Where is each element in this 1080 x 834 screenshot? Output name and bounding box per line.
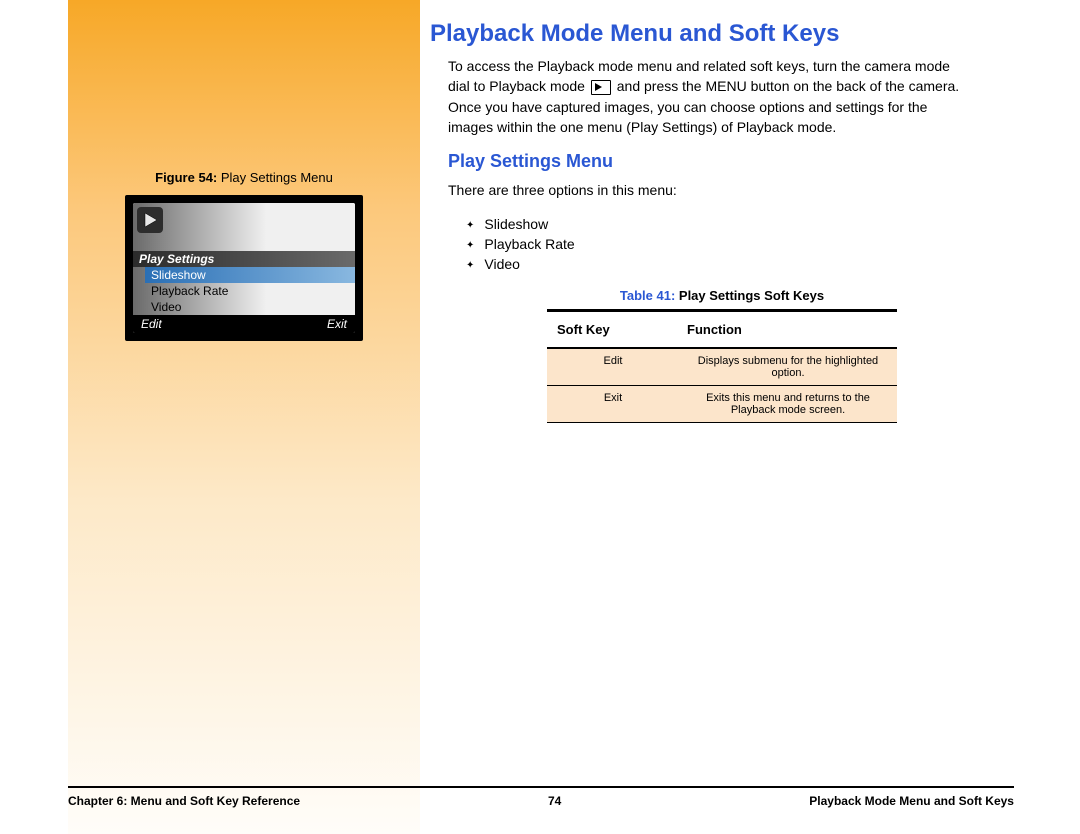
table-header-cell: Soft Key xyxy=(547,322,677,337)
softkey-right: Exit xyxy=(327,317,347,331)
section-intro: There are three options in this menu: xyxy=(448,180,974,200)
table-cell: Exit xyxy=(547,392,679,416)
menu-item-selected: Slideshow xyxy=(145,267,355,283)
page: Figure 54: Play Settings Menu Play Setti… xyxy=(68,0,1014,834)
camera-lcd: Play Settings Slideshow Playback Rate Vi… xyxy=(125,195,363,341)
footer-left: Chapter 6: Menu and Soft Key Reference xyxy=(68,794,300,808)
lcd-menu: Play Settings Slideshow Playback Rate Vi… xyxy=(133,251,355,315)
section-heading: Play Settings Menu xyxy=(448,151,1014,172)
menu-item: Video xyxy=(145,299,355,315)
softkey-table: Soft Key Function Edit Displays submenu … xyxy=(547,309,897,423)
softkey-left: Edit xyxy=(141,317,162,331)
options-list: Slideshow Playback Rate Video xyxy=(466,214,1014,274)
figure-caption: Figure 54: Play Settings Menu xyxy=(68,170,420,185)
page-title: Playback Mode Menu and Soft Keys xyxy=(430,20,1014,48)
table-cell: Exits this menu and returns to the Playb… xyxy=(679,392,897,416)
page-footer: Chapter 6: Menu and Soft Key Reference 7… xyxy=(68,786,1014,834)
table-label: Table 41: xyxy=(620,288,675,303)
table-header-row: Soft Key Function xyxy=(547,312,897,349)
menu-header: Play Settings xyxy=(133,251,355,267)
table-cell: Edit xyxy=(547,355,679,379)
table-cell: Displays submenu for the highlighted opt… xyxy=(679,355,897,379)
sidebar: Figure 54: Play Settings Menu Play Setti… xyxy=(68,0,420,834)
list-item: Video xyxy=(466,254,1014,274)
playback-mode-icon xyxy=(591,80,611,95)
lcd-inner: Play Settings Slideshow Playback Rate Vi… xyxy=(133,203,355,333)
table-row: Edit Displays submenu for the highlighte… xyxy=(547,349,897,386)
table-caption: Table 41: Play Settings Soft Keys xyxy=(430,288,1014,303)
lcd-softkey-bar: Edit Exit xyxy=(133,315,355,333)
intro-paragraph: To access the Playback mode menu and rel… xyxy=(448,56,974,137)
lcd-top xyxy=(133,203,355,251)
list-item: Slideshow xyxy=(466,214,1014,234)
footer-center: 74 xyxy=(548,794,561,808)
play-icon xyxy=(137,207,163,233)
table-caption-text: Play Settings Soft Keys xyxy=(675,288,824,303)
figure-text: Play Settings Menu xyxy=(217,170,333,185)
list-item: Playback Rate xyxy=(466,234,1014,254)
table-row: Exit Exits this menu and returns to the … xyxy=(547,386,897,423)
menu-item: Playback Rate xyxy=(145,283,355,299)
footer-right: Playback Mode Menu and Soft Keys xyxy=(809,794,1014,808)
table-header-cell: Function xyxy=(677,322,897,337)
main-content: Playback Mode Menu and Soft Keys To acce… xyxy=(420,0,1014,834)
figure-label: Figure 54: xyxy=(155,170,217,185)
